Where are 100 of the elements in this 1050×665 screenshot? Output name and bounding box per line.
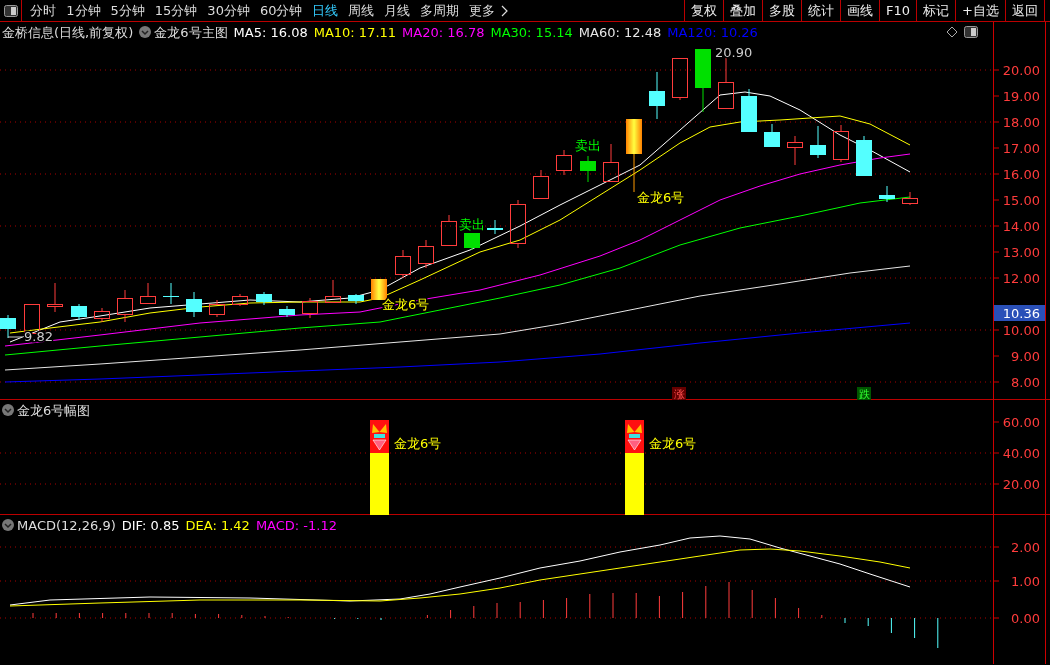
- panel-toggle-icon[interactable]: [964, 26, 978, 38]
- axis-label: 20.00: [1002, 63, 1040, 78]
- candlestick: [348, 293, 364, 305]
- signal-label: 金龙6号: [637, 190, 685, 205]
- candlestick: [833, 124, 849, 163]
- butterfly-gem-icon: [627, 424, 642, 451]
- signal-label: 金龙6号: [649, 436, 697, 451]
- toolbar-button[interactable]: 标记: [916, 0, 956, 21]
- axis-label: 18.00: [1002, 115, 1040, 130]
- stock-title: 金桥信息(日线,前复权): [2, 25, 134, 40]
- axis-label: 20.00: [1002, 477, 1040, 492]
- candlestick: [764, 123, 780, 147]
- axis-label: 40.00: [1002, 446, 1040, 461]
- candlestick: [533, 169, 549, 199]
- toolbar-button[interactable]: 返回: [1005, 0, 1044, 21]
- pane-title: 金龙6号幅图: [17, 403, 91, 418]
- period-tab[interactable]: 月线: [379, 0, 416, 21]
- candlestick: [603, 143, 619, 183]
- period-tab[interactable]: 30分钟: [202, 0, 255, 21]
- candlestick: [510, 199, 526, 249]
- candlestick: [47, 282, 63, 313]
- toolbar-button[interactable]: 多股: [762, 0, 802, 21]
- price-label: 20.90: [715, 45, 753, 60]
- candlestick: [487, 219, 503, 235]
- sell-label: 卖出: [459, 217, 485, 232]
- period-tab[interactable]: 1分钟: [61, 0, 106, 21]
- butterfly-gem-icon: [372, 424, 387, 451]
- toolbar-button[interactable]: 复权: [684, 0, 724, 21]
- axis-label: 1.00: [1011, 574, 1040, 589]
- axis-label: 19.00: [1002, 89, 1040, 104]
- candlestick: [209, 299, 225, 318]
- toolbar-button[interactable]: 画线: [840, 0, 880, 21]
- candlestick: [302, 297, 318, 319]
- period-tab[interactable]: 5分钟: [105, 0, 150, 21]
- panel-toggle-icon[interactable]: [3, 4, 18, 17]
- candlestick: [441, 214, 457, 246]
- toolbar-button[interactable]: +自选: [955, 0, 1005, 21]
- candlestick: [24, 304, 40, 334]
- axis-label: 15.00: [1002, 193, 1040, 208]
- candlestick: [232, 293, 248, 307]
- indicator-title[interactable]: 金龙6号主图: [154, 25, 228, 40]
- sell-label: 卖出: [575, 138, 601, 153]
- diamond-icon[interactable]: [945, 26, 958, 38]
- candlestick: [117, 289, 133, 323]
- candlestick: [810, 125, 826, 159]
- signal-label: 金龙6号: [394, 436, 442, 451]
- candlestick: [371, 279, 387, 300]
- rise-tag: 涨: [672, 387, 686, 400]
- axis-label: 13.00: [1002, 245, 1040, 260]
- toolbar-button[interactable]: 叠加: [723, 0, 763, 21]
- period-tab[interactable]: 周线: [343, 0, 380, 21]
- candlestick: [695, 49, 711, 113]
- axis-label: 16.00: [1002, 167, 1040, 182]
- dropdown-icon[interactable]: [139, 26, 152, 38]
- axis-label: 8.00: [1011, 375, 1040, 390]
- moving-average-value: MA120: 10.26: [667, 25, 758, 40]
- candlestick: [395, 249, 411, 279]
- candlestick: [325, 279, 341, 303]
- indicator-value: DIF: 0.85: [121, 518, 180, 533]
- candlestick: [256, 291, 272, 306]
- candlestick: [580, 155, 596, 183]
- indicator-value: MACD: -1.12: [255, 518, 337, 533]
- dropdown-icon[interactable]: [2, 519, 14, 531]
- dropdown-icon[interactable]: [2, 404, 14, 416]
- candlestick: [879, 185, 895, 203]
- period-tab[interactable]: 分时: [25, 0, 62, 21]
- moving-average-value: MA10: 17.11: [313, 25, 397, 40]
- axis-label: 2.00: [1011, 540, 1040, 555]
- period-tab[interactable]: 多周期: [415, 0, 465, 21]
- current-price-tag: 10.36: [994, 305, 1045, 321]
- candlestick: [672, 58, 688, 101]
- period-tab[interactable]: 60分钟: [254, 0, 308, 21]
- axis-label: 10.00: [1002, 323, 1040, 338]
- candlestick: [186, 291, 202, 318]
- toolbar-button[interactable]: F10: [879, 0, 917, 21]
- toolbar-button[interactable]: 统计: [801, 0, 841, 21]
- candlestick: [418, 239, 434, 269]
- axis-label: 9.00: [1011, 349, 1040, 364]
- candlestick: [649, 71, 665, 120]
- moving-average-value: MA5: 16.08: [233, 25, 308, 40]
- candlestick: [787, 135, 803, 166]
- period-tab[interactable]: 更多: [464, 0, 501, 21]
- candlestick: [464, 233, 480, 251]
- moving-average-value: MA20: 16.78: [402, 25, 485, 40]
- candlestick: [856, 135, 872, 176]
- candlestick: [71, 303, 87, 321]
- axis-label: 17.00: [1002, 141, 1040, 156]
- period-tab[interactable]: 15分钟: [149, 0, 203, 21]
- moving-average-value: MA30: 15.14: [490, 25, 573, 40]
- candlestick: [556, 149, 572, 176]
- candlestick: [741, 88, 757, 132]
- candlestick: [94, 307, 110, 323]
- axis-label: 60.00: [1002, 415, 1040, 430]
- indicator-value: DEA: 1.42: [185, 518, 250, 533]
- candlestick: [279, 305, 295, 318]
- fall-tag: 跌: [857, 387, 871, 400]
- axis-label: 12.00: [1002, 271, 1040, 286]
- moving-average-value: MA60: 12.48: [578, 25, 662, 40]
- candlestick: [163, 282, 179, 305]
- period-tab[interactable]: 日线: [307, 0, 344, 21]
